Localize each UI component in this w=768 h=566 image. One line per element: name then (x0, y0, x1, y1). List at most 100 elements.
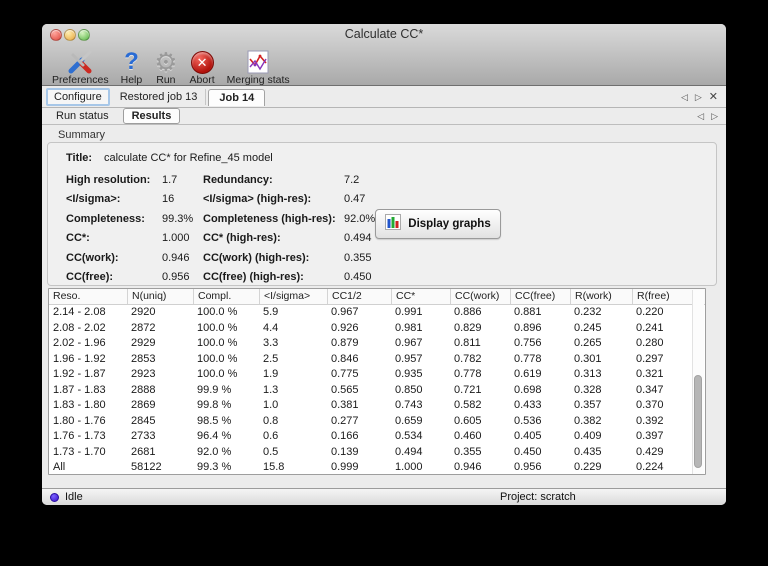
table-row[interactable]: 1.76 - 1.73 2733 96.4 % 0.6 0.166 0.534 0.460 0… (49, 429, 705, 445)
merging-stats-button[interactable]: Merging stats (221, 46, 296, 86)
toolbar-label: Preferences (52, 74, 109, 86)
table-cell: 0.534 (395, 430, 423, 442)
column-header[interactable]: N(uniq) (127, 289, 193, 304)
tab-close-icon[interactable]: ✕ (709, 92, 718, 103)
table-cell: 96.4 % (197, 430, 232, 442)
table-row[interactable]: 2.14 - 2.08 2920 100.0 % 5.9 0.967 0.991 0.886… (49, 305, 705, 321)
table-row[interactable]: 2.02 - 1.96 2929 100.0 % 3.3 0.879 0.967 0.811… (49, 336, 705, 352)
table-scrollbar[interactable] (692, 290, 704, 474)
table-cell: 0.6 (263, 430, 279, 442)
table-cell: 0.850 (395, 383, 423, 396)
table-row[interactable]: All 58122 99.3 % 15.8 0.999 1.000 0.946 0.956 0.… (49, 460, 705, 474)
toolbar-label: Run (156, 74, 176, 86)
summary-row: High resolution: 1.7 Redundancy: 7.2 (48, 171, 716, 190)
column-header[interactable]: R(work) (570, 289, 632, 304)
table-cell: 0.429 (636, 445, 664, 458)
results-content: Summary Title: calculate CC* for Refine_… (42, 125, 726, 488)
table-cell: 0.405 (514, 430, 542, 442)
table-cell: 0.328 (574, 383, 602, 396)
status-indicator-icon (50, 493, 59, 502)
table-cell: 0.886 (454, 306, 482, 318)
table-cell: 0.232 (574, 306, 602, 318)
table-cell: 0.494 (395, 445, 423, 458)
table-row[interactable]: 1.83 - 1.80 2869 99.8 % 1.0 0.381 0.743 0.582 0… (49, 398, 705, 414)
help-button[interactable]: ? Help (115, 46, 149, 87)
table-cell: 99.9 % (197, 383, 232, 396)
column-header[interactable]: R(free) (632, 289, 686, 304)
table-cell: 0.277 (331, 414, 359, 427)
summary-row: CC(work): 0.946 CC(work) (high-res): 0.355 (48, 249, 716, 268)
run-button[interactable]: ⚙ Run (148, 46, 183, 86)
sub-tab-bar: Run status Results ◁ ▷ (42, 108, 726, 125)
table-cell: 0.313 (574, 368, 602, 380)
tab-results[interactable]: Results (122, 108, 181, 124)
table-cell: 0.321 (636, 368, 664, 380)
table-cell: 0.220 (636, 306, 664, 318)
table-cell: 0.229 (574, 461, 602, 473)
table-cell: 0.265 (574, 337, 602, 349)
summary-panel: Title: calculate CC* for Refine_45 model… (47, 142, 717, 286)
table-cell: 0.582 (454, 399, 482, 411)
summary-value: 99.3% (162, 212, 194, 225)
table-cell: 0.397 (636, 430, 664, 442)
table-cell: 0.946 (454, 461, 482, 473)
table-cell: 1.80 - 1.76 (53, 414, 106, 427)
table-cell: 0.166 (331, 430, 359, 442)
table-cell: 58122 (131, 461, 162, 473)
column-header[interactable]: CC* (391, 289, 450, 304)
sub-tab-nav: ◁ ▷ (697, 111, 726, 121)
tab-configure[interactable]: Configure (46, 88, 110, 106)
column-header[interactable]: CC(free) (510, 289, 570, 304)
summary-title-row: Title: calculate CC* for Refine_45 model (48, 152, 716, 171)
table-row[interactable]: 1.92 - 1.87 2923 100.0 % 1.9 0.775 0.935 0.778… (49, 367, 705, 383)
table-scrollbar-thumb[interactable] (694, 375, 702, 468)
table-cell: 2872 (131, 321, 156, 334)
table-row[interactable]: 1.96 - 1.92 2853 100.0 % 2.5 0.846 0.957 0.782… (49, 352, 705, 368)
summary-label: <I/sigma>: (66, 193, 121, 206)
tab-scroll-left-icon[interactable]: ◁ (681, 92, 688, 102)
column-header[interactable]: Reso. (49, 289, 127, 304)
column-header[interactable]: CC(work) (450, 289, 510, 304)
titlebar[interactable]: Calculate CC* (42, 24, 726, 46)
summary-value: 1.000 (162, 232, 190, 245)
table-cell: 2.14 - 2.08 (53, 306, 106, 318)
tab-job-14[interactable]: Job 14 (208, 88, 266, 106)
summary-row: CC(free): 0.956 CC(free) (high-res): 0.450 (48, 268, 716, 287)
summary-value: 0.450 (344, 270, 372, 283)
table-cell: 1.0 (263, 399, 279, 411)
column-header[interactable]: CC1/2 (327, 289, 391, 304)
column-header[interactable]: Compl. (193, 289, 259, 304)
table-row[interactable]: 1.73 - 1.70 2681 92.0 % 0.5 0.139 0.494 0.355 0… (49, 445, 705, 461)
gear-icon: ⚙ (154, 47, 178, 77)
table-cell: 1.3 (263, 383, 279, 396)
subtab-scroll-right-icon[interactable]: ▷ (711, 111, 718, 121)
results-body: 2.14 - 2.08 2920 100.0 % 5.9 0.967 0.991 0.886… (49, 305, 705, 474)
table-cell: 0.605 (454, 414, 482, 427)
window-chrome: Calculate CC* Preferences ? Help ⚙ Run ✕… (42, 24, 726, 86)
summary-label: CC(free): (66, 270, 114, 283)
tab-run-status[interactable]: Run status (48, 109, 117, 123)
abort-button[interactable]: ✕ Abort (184, 46, 221, 86)
table-cell: 0.775 (331, 368, 359, 380)
toolbar-label: Help (120, 74, 143, 86)
table-cell: 99.3 % (197, 461, 232, 473)
table-row[interactable]: 2.08 - 2.02 2872 100.0 % 4.4 0.926 0.981 0.829… (49, 321, 705, 337)
table-cell: 0.721 (454, 383, 482, 396)
table-cell: 0.846 (331, 352, 359, 365)
table-row[interactable]: 1.87 - 1.83 2888 99.9 % 1.3 0.565 0.850 0.721 0… (49, 383, 705, 399)
table-cell: 0.370 (636, 399, 664, 411)
subtab-scroll-left-icon[interactable]: ◁ (697, 111, 704, 121)
display-graphs-button[interactable]: Display graphs (375, 209, 501, 239)
table-row[interactable]: 1.80 - 1.76 2845 98.5 % 0.8 0.277 0.659 0.605 0… (49, 414, 705, 430)
table-cell: 1.96 - 1.92 (53, 352, 106, 365)
table-cell: 0.619 (514, 368, 542, 380)
toolbar-label: Merging stats (226, 74, 290, 86)
tab-scroll-right-icon[interactable]: ▷ (695, 92, 702, 102)
column-header[interactable]: <I/sigma> (259, 289, 327, 304)
tab-restored-job-13[interactable]: Restored job 13 (112, 89, 207, 105)
summary-group-label: Summary (58, 129, 106, 141)
table-cell: 1.83 - 1.80 (53, 399, 106, 411)
bar-chart-icon (385, 213, 402, 235)
status-text: Idle (65, 491, 83, 503)
preferences-button[interactable]: Preferences (46, 46, 115, 86)
